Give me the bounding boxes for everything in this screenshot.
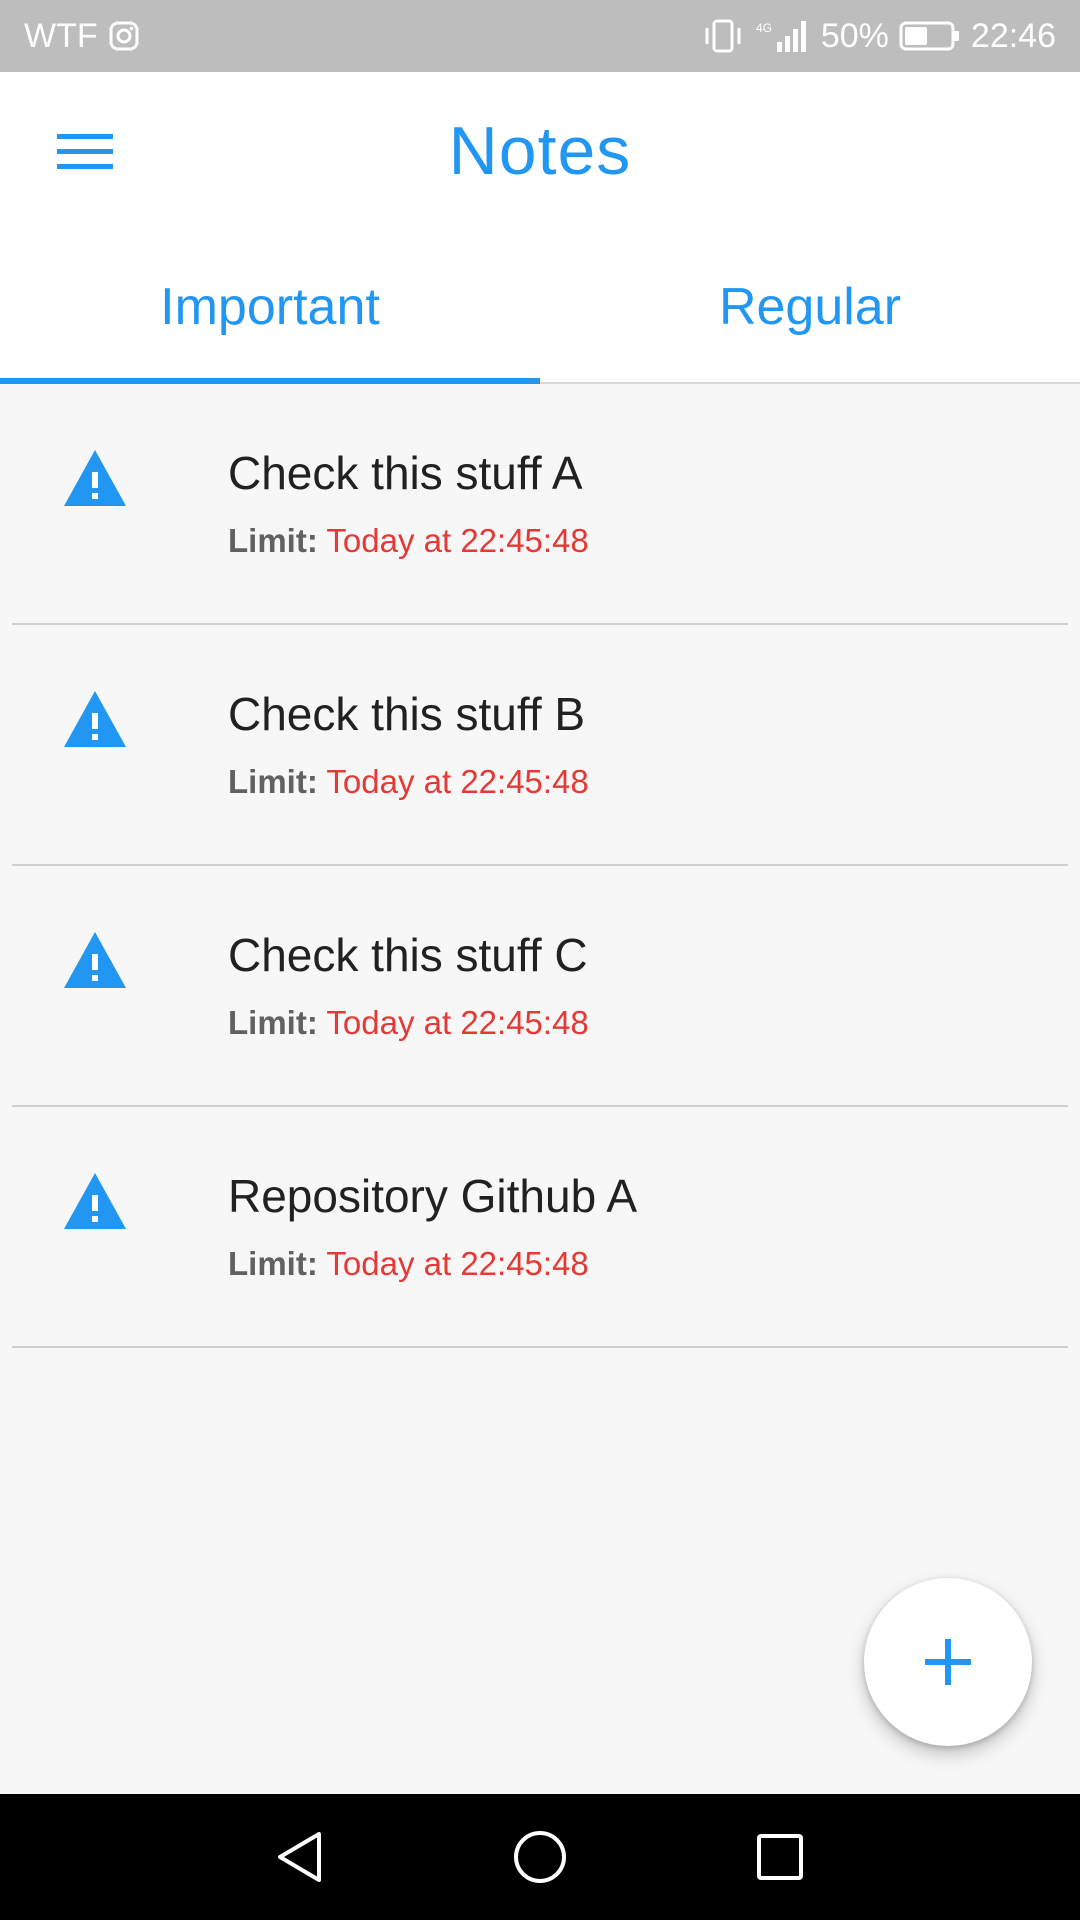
status-bar: WTF 4G 50% 22:46 bbox=[0, 0, 1080, 72]
signal-icon: 4G bbox=[755, 18, 811, 54]
add-note-button[interactable] bbox=[864, 1578, 1032, 1746]
warning-icon bbox=[64, 691, 126, 747]
back-icon bbox=[278, 1832, 321, 1882]
battery-percent: 50% bbox=[820, 16, 889, 55]
note-limit: Limit: Today at 22:45:48 bbox=[228, 1004, 589, 1042]
navigation-bar bbox=[0, 1794, 1080, 1920]
home-icon bbox=[514, 1831, 566, 1883]
notes-list: Check this stuff A Limit: Today at 22:45… bbox=[0, 384, 1080, 1348]
tab-bar: Important Regular bbox=[0, 232, 1080, 384]
page-title: Notes bbox=[448, 113, 632, 189]
tab-important[interactable]: Important bbox=[0, 232, 540, 382]
back-button[interactable] bbox=[260, 1822, 340, 1892]
note-title: Check this stuff A bbox=[228, 447, 583, 499]
limit-label: Limit: bbox=[228, 1245, 318, 1282]
status-bar-left: WTF bbox=[24, 17, 140, 56]
plus-icon bbox=[925, 1639, 971, 1685]
battery-icon bbox=[899, 20, 961, 52]
note-limit: Limit: Today at 22:45:48 bbox=[228, 1245, 589, 1283]
list-item[interactable]: Check this stuff C Limit: Today at 22:45… bbox=[12, 866, 1068, 1107]
recents-button[interactable] bbox=[740, 1822, 820, 1892]
note-title: Check this stuff B bbox=[228, 688, 586, 740]
home-button[interactable] bbox=[500, 1822, 580, 1892]
list-item[interactable]: Check this stuff A Limit: Today at 22:45… bbox=[12, 384, 1068, 625]
clock: 22:46 bbox=[970, 16, 1056, 55]
limit-value: Today at 22:45:48 bbox=[326, 763, 589, 800]
warning-icon bbox=[64, 450, 126, 506]
carrier-label: WTF bbox=[24, 16, 98, 55]
limit-label: Limit: bbox=[228, 763, 318, 800]
list-item[interactable]: Repository Github A Limit: Today at 22:4… bbox=[12, 1107, 1068, 1348]
status-bar-right: 4G 50% 22:46 bbox=[701, 17, 1056, 56]
list-item[interactable]: Check this stuff B Limit: Today at 22:45… bbox=[12, 625, 1068, 866]
vibrate-icon bbox=[701, 18, 745, 54]
limit-label: Limit: bbox=[228, 522, 318, 559]
app-bar: Notes bbox=[0, 72, 1080, 232]
warning-icon bbox=[64, 1173, 126, 1229]
note-limit: Limit: Today at 22:45:48 bbox=[228, 522, 589, 560]
recents-icon bbox=[757, 1834, 803, 1880]
network-label: 4G bbox=[756, 21, 772, 35]
warning-icon bbox=[64, 932, 126, 988]
note-limit: Limit: Today at 22:45:48 bbox=[228, 763, 589, 801]
limit-value: Today at 22:45:48 bbox=[326, 1245, 589, 1282]
limit-label: Limit: bbox=[228, 1004, 318, 1041]
limit-value: Today at 22:45:48 bbox=[326, 522, 589, 559]
instagram-icon bbox=[108, 20, 140, 52]
tab-regular[interactable]: Regular bbox=[540, 232, 1080, 382]
note-title: Repository Github A bbox=[228, 1170, 638, 1222]
note-title: Check this stuff C bbox=[228, 929, 588, 981]
limit-value: Today at 22:45:48 bbox=[326, 1004, 589, 1041]
